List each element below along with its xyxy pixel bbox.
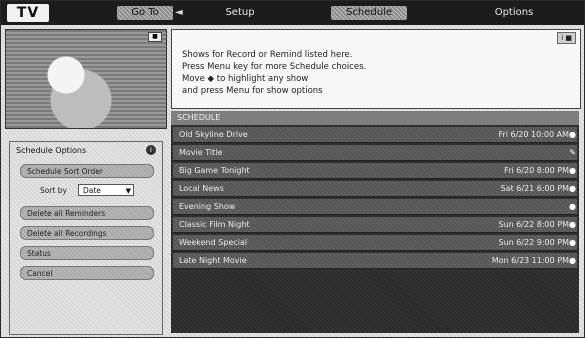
record-icon: ● bbox=[569, 202, 576, 211]
row-title: Big Game Tonight bbox=[179, 166, 250, 175]
top-menu-bar: TV Go To ◄ Setup Schedule Options bbox=[1, 1, 584, 25]
tab-go-to[interactable]: Go To bbox=[117, 6, 173, 20]
schedule-row[interactable]: Classic Film Night Sun 6/22 8:00 PM ● bbox=[173, 217, 577, 233]
preview-badge-icon: ■ bbox=[148, 32, 162, 42]
record-icon: ● bbox=[569, 238, 576, 247]
row-title: Old Skyline Drive bbox=[179, 130, 248, 139]
tab-options[interactable]: Options bbox=[479, 6, 549, 20]
options-title: Schedule Options bbox=[16, 146, 87, 155]
chevron-down-icon: ▼ bbox=[125, 187, 131, 195]
info-badge-icon: i ■ bbox=[557, 32, 576, 44]
row-title: Movie Title bbox=[179, 148, 223, 157]
info-icon[interactable]: i bbox=[146, 145, 156, 155]
tab-schedule[interactable]: Schedule bbox=[331, 6, 407, 20]
schedule-list: Old Skyline Drive Fri 6/20 10:00 AM ● Mo… bbox=[171, 125, 579, 333]
info-line: Shows for Record or Remind listed here. bbox=[182, 50, 353, 60]
record-icon: ● bbox=[569, 256, 576, 265]
row-time: Fri 6/20 10:00 AM bbox=[498, 130, 569, 139]
row-title: Evening Show bbox=[179, 202, 236, 211]
schedule-row[interactable]: Movie Title ✎ bbox=[173, 145, 577, 161]
video-preview: ■ bbox=[5, 29, 167, 129]
row-time: Sun 6/22 8:00 PM bbox=[498, 220, 569, 229]
record-icon: ● bbox=[569, 166, 576, 175]
schedule-row[interactable]: Old Skyline Drive Fri 6/20 10:00 AM ● bbox=[173, 127, 577, 143]
info-box: i ■ Shows for Record or Remind listed he… bbox=[171, 29, 581, 109]
info-line: and press Menu for show options bbox=[182, 86, 323, 96]
sort-by-select[interactable]: Date ▼ bbox=[78, 184, 134, 196]
info-line: Move ◆ to highlight any show bbox=[182, 74, 309, 84]
delete-recordings-button[interactable]: Delete all Recordings bbox=[20, 226, 154, 240]
record-icon: ● bbox=[569, 220, 576, 229]
cancel-button[interactable]: Cancel bbox=[20, 266, 154, 280]
delete-reminders-button[interactable]: Delete all Reminders bbox=[20, 206, 154, 220]
schedule-row[interactable]: Weekend Special Sun 6/22 9:00 PM ● bbox=[173, 235, 577, 251]
schedule-row[interactable]: Local News Sat 6/21 6:00 PM ● bbox=[173, 181, 577, 197]
schedule-row[interactable]: Big Game Tonight Fri 6/20 8:00 PM ● bbox=[173, 163, 577, 179]
tab-setup[interactable]: Setup bbox=[215, 6, 265, 20]
info-line: Press Menu key for more Schedule choices… bbox=[182, 62, 367, 72]
row-title: Late Night Movie bbox=[179, 256, 247, 265]
schedule-row[interactable]: Late Night Movie Mon 6/23 11:00 PM ● bbox=[173, 253, 577, 269]
row-title: Classic Film Night bbox=[179, 220, 250, 229]
schedule-header: SCHEDULE bbox=[171, 111, 579, 125]
tv-guide-screen: TV Go To ◄ Setup Schedule Options ■ i ■ … bbox=[0, 0, 585, 338]
row-time: Fri 6/20 8:00 PM bbox=[504, 166, 569, 175]
record-icon: ● bbox=[569, 184, 576, 193]
row-title: Weekend Special bbox=[179, 238, 248, 247]
schedule-options-panel: Schedule Options i Schedule Sort Order S… bbox=[9, 141, 163, 335]
record-icon: ● bbox=[569, 130, 576, 139]
tab-arrow-icon: ◄ bbox=[175, 7, 183, 18]
row-title: Local News bbox=[179, 184, 224, 193]
sort-by-value: Date bbox=[83, 186, 101, 195]
row-time: Sun 6/22 9:00 PM bbox=[498, 238, 569, 247]
row-time: Mon 6/23 11:00 PM bbox=[491, 256, 569, 265]
schedule-row[interactable]: Evening Show ● bbox=[173, 199, 577, 215]
status-button[interactable]: Status bbox=[20, 246, 154, 260]
edit-icon: ✎ bbox=[569, 148, 576, 157]
tv-logo: TV bbox=[7, 4, 49, 22]
row-time: Sat 6/21 6:00 PM bbox=[500, 184, 569, 193]
sort-by-label: Sort by bbox=[40, 186, 67, 195]
sort-order-button[interactable]: Schedule Sort Order bbox=[20, 164, 154, 178]
